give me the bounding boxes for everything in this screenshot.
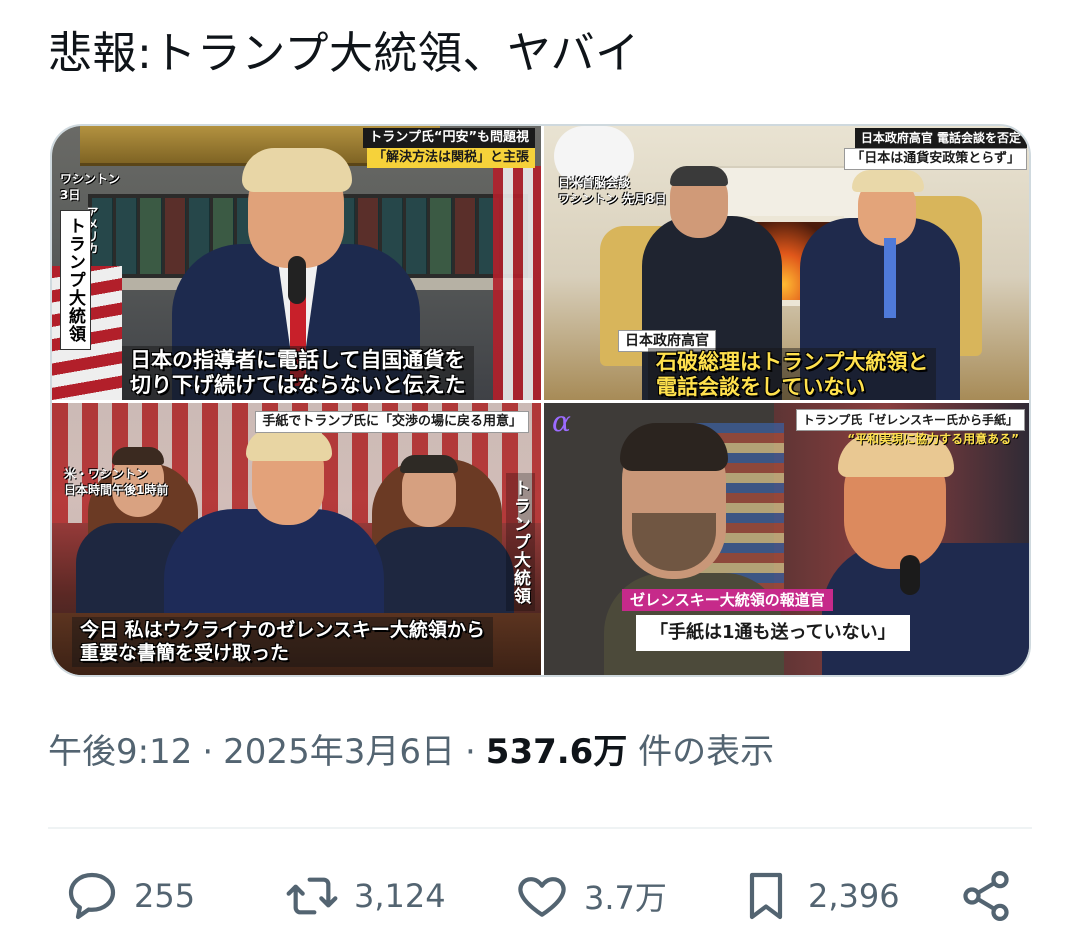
reply-icon <box>68 872 116 920</box>
like-button[interactable]: 3.7万 <box>514 866 667 926</box>
caption: 石破総理はトランプ大統領と 電話会談をしていない <box>648 348 937 400</box>
date-label: 3日 <box>60 188 81 202</box>
heart-icon <box>518 877 566 917</box>
location-label: 米・ワシントン <box>64 467 149 481</box>
caption-line-2: 切り下げ続けてはならないと伝えた <box>130 373 466 398</box>
tweet-time[interactable]: 午後9:12 <box>48 732 192 772</box>
media-image-3[interactable]: 手紙でトランプ氏に「交渉の場に戻る用意」 米・ワシントン 日本時間午後1時前 ト… <box>52 403 541 675</box>
event-label: 日米首脳会談 <box>558 176 631 190</box>
repost-button[interactable]: 3,124 <box>284 866 446 926</box>
media-image-1[interactable]: トランプ氏“円安”も問題視 「解決方法は関税」と主張 ワシントン 3日 アメリカ… <box>52 126 541 400</box>
caption-line-2: 電話会談をしていない <box>656 375 866 400</box>
speaker-vertical-label: トランプ大統領 <box>60 210 91 350</box>
channel-logo: α <box>552 405 571 438</box>
divider <box>48 827 1032 829</box>
top-banner-sub: 「日本は通貨安政策とらず」 <box>844 148 1027 170</box>
bookmark-count: 2,396 <box>808 877 900 915</box>
like-count: 3.7万 <box>584 879 667 917</box>
microphone-icon <box>288 256 306 304</box>
caption: 日本の指導者に電話して自国通貨を 切り下げ続けてはならないと伝えた <box>122 346 474 400</box>
caption-line-2: 重要な書簡を受け取った <box>80 641 290 664</box>
repost-icon <box>286 877 338 915</box>
media-image-4[interactable]: α トランプ氏「ゼレンスキー氏から手紙」 “平和実現に協力する用意ある” ゼレン… <box>544 403 1029 675</box>
speaker-vertical-label: トランプ大統領 <box>506 473 535 611</box>
speaker-label: ゼレンスキー大統領の報道官 <box>622 589 833 611</box>
top-banner: 日本政府高官 電話会談を否定 <box>854 128 1027 148</box>
share-button[interactable] <box>958 866 1014 926</box>
top-banner: トランプ氏“円安”も問題視 <box>363 128 535 148</box>
bookmark-button[interactable]: 2,396 <box>738 866 900 926</box>
time-label: 日本時間午後1時前 <box>64 483 169 497</box>
location-label: ワシントン <box>60 172 121 186</box>
quote-caption: 「手紙は1通も送っていない」 <box>636 615 910 651</box>
tweet-meta: 午後9:12 · 2025年3月6日 · 537.6万 件の表示 <box>48 732 775 772</box>
caption-line-1: 今日 私はウクライナのゼレンスキー大統領から <box>80 619 485 641</box>
top-banner: 手紙でトランプ氏に「交渉の場に戻る用意」 <box>255 411 529 433</box>
flag <box>493 166 541 400</box>
microphone-icon <box>900 555 920 595</box>
media-grid: トランプ氏“円安”も問題視 「解決方法は関税」と主張 ワシントン 3日 アメリカ… <box>50 124 1031 677</box>
media-image-2[interactable]: 日本政府高官 電話会談を否定 「日本は通貨安政策とらず」 日米首脳会談 ワシント… <box>544 126 1029 400</box>
location-label: ワシントン 先月8日 <box>558 192 667 206</box>
view-count: 537.6万 <box>485 732 628 772</box>
top-banner-sub: 「解決方法は関税」と主張 <box>366 148 535 168</box>
top-banner: トランプ氏「ゼレンスキー氏から手紙」 <box>795 409 1025 431</box>
tweet-text: 悲報:トランプ大統領、ヤバイ <box>48 28 640 79</box>
view-label: 件の表示 <box>638 732 775 772</box>
tweet-date[interactable]: 2025年3月6日 <box>223 732 455 772</box>
caption-line-1: 日本の指導者に電話して自国通貨を <box>130 348 466 372</box>
reply-button[interactable]: 255 <box>64 866 195 926</box>
caption: 今日 私はウクライナのゼレンスキー大統領から 重要な書簡を受け取った <box>72 617 493 667</box>
share-icon <box>963 871 1009 921</box>
top-banner-sub: “平和実現に協力する用意ある” <box>847 432 1019 446</box>
bookmark-icon <box>749 872 783 920</box>
action-bar: 255 3,124 3.7万 2,396 <box>48 866 1032 926</box>
caption-line-1: 石破総理はトランプ大統領と <box>656 350 929 374</box>
reply-count: 255 <box>134 877 196 915</box>
repost-count: 3,124 <box>354 877 446 915</box>
